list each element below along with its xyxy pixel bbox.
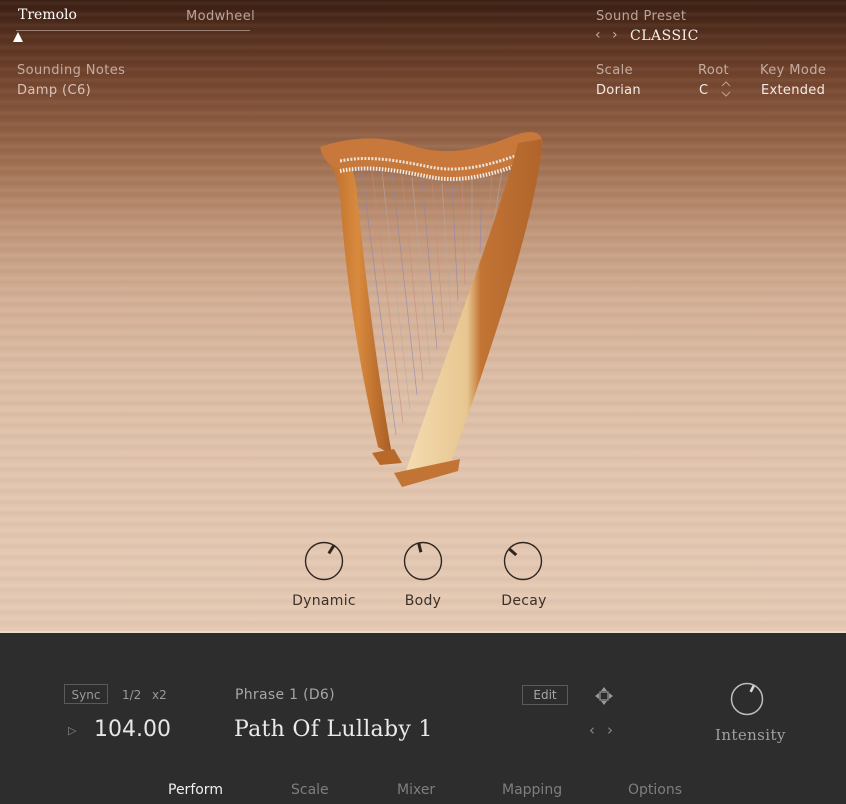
sound-preset-value[interactable]: CLASSIC (630, 28, 699, 44)
tab-mixer[interactable]: Mixer (397, 782, 435, 798)
tab-scale[interactable]: Scale (291, 782, 329, 798)
tremolo-slider-track[interactable] (16, 30, 250, 31)
root-value[interactable]: C (699, 83, 708, 98)
scale-label: Scale (596, 63, 633, 78)
phrase-prev-icon[interactable]: ‹ (589, 721, 595, 739)
phrase-name[interactable]: Path Of Lullaby 1 (234, 717, 433, 742)
sound-preset-label: Sound Preset (596, 9, 687, 24)
root-up-icon[interactable] (721, 80, 731, 90)
tremolo-label: Tremolo (18, 7, 77, 23)
phrase-next-icon[interactable]: › (607, 721, 613, 739)
tempo-value[interactable]: 104.00 (94, 717, 171, 742)
dynamic-knob[interactable] (304, 541, 344, 581)
preset-next-icon[interactable]: › (612, 27, 618, 43)
sync-button[interactable]: Sync (64, 684, 108, 704)
body-knob-indicator (417, 543, 423, 553)
play-icon[interactable]: ▷ (68, 724, 76, 737)
preset-prev-icon[interactable]: ‹ (595, 27, 601, 43)
sounding-notes-label: Sounding Notes (17, 63, 126, 78)
intensity-knob-indicator (749, 685, 755, 693)
tab-mapping[interactable]: Mapping (502, 782, 562, 798)
body-knob[interactable] (403, 541, 443, 581)
root-down-icon[interactable] (721, 90, 731, 100)
dynamic-knob-indicator (327, 544, 335, 555)
decay-knob-indicator (508, 547, 518, 557)
instrument-stage: Tremolo Modwheel Sounding Notes Damp (C6… (0, 0, 846, 633)
intensity-knob[interactable] (730, 682, 764, 716)
tab-options[interactable]: Options (628, 782, 682, 798)
key-mode-value[interactable]: Extended (761, 83, 825, 98)
body-knob-label: Body (404, 593, 442, 609)
harp-image (320, 132, 543, 487)
phrase-label: Phrase 1 (D6) (235, 687, 335, 703)
multiplier-value[interactable]: x2 (152, 688, 167, 702)
scale-value[interactable]: Dorian (596, 83, 641, 98)
tremolo-source-label[interactable]: Modwheel (186, 9, 255, 24)
dynamic-knob-label: Dynamic (292, 593, 356, 609)
decay-knob[interactable] (503, 541, 543, 581)
tab-perform[interactable]: Perform (168, 782, 223, 798)
root-label: Root (698, 63, 730, 78)
move-icon[interactable] (594, 686, 614, 706)
rate-value[interactable]: 1/2 (122, 688, 141, 702)
tremolo-slider-thumb[interactable] (13, 32, 23, 42)
intensity-label: Intensity (715, 726, 786, 744)
edit-button[interactable]: Edit (522, 685, 568, 705)
decay-knob-label: Decay (501, 593, 547, 609)
key-mode-label: Key Mode (760, 63, 827, 78)
sounding-notes-value[interactable]: Damp (C6) (17, 83, 91, 98)
